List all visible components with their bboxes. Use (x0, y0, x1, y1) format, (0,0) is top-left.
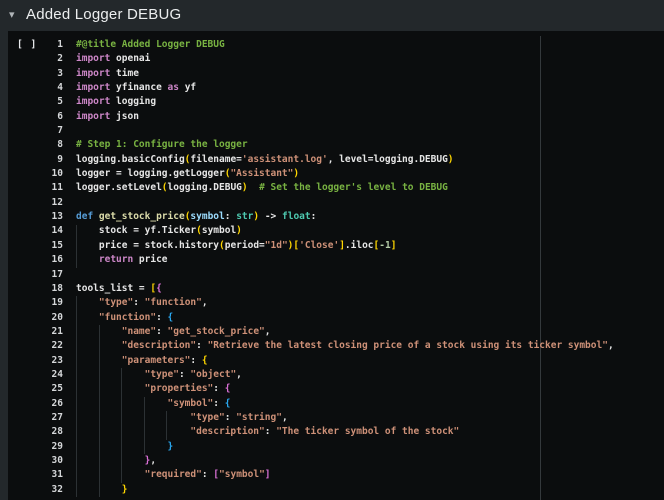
code-text: #@title Added Logger DEBUG (76, 38, 225, 52)
line-number: 4 (8, 81, 63, 95)
code-line[interactable]: 15 price = stock.history(period="1d")['C… (8, 239, 664, 253)
code-line[interactable]: 19 "type": "function", (8, 296, 664, 310)
code-line[interactable]: 27 "type": "string", (8, 411, 664, 425)
line-number: 24 (8, 368, 63, 382)
code-line[interactable]: 25 "properties": { (8, 382, 664, 396)
code-cell[interactable]: [ ] 1#@title Added Logger DEBUG2import o… (8, 31, 664, 500)
code-text: "name": "get_stock_price", (76, 325, 271, 339)
code-text: }, (76, 454, 156, 468)
line-number: 9 (8, 153, 63, 167)
code-line[interactable]: 1 #@title Added Logger DEBUG (8, 38, 664, 52)
code-line[interactable]: 32 } (8, 483, 664, 497)
code-line[interactable]: 8 # Step 1: Configure the logger (8, 138, 664, 152)
line-number: 15 (8, 239, 63, 253)
line-number: 27 (8, 411, 63, 425)
line-number: 6 (8, 110, 63, 124)
code-text: "description": "Retrieve the latest clos… (76, 339, 614, 353)
code-text: "required": ["symbol"] (76, 468, 271, 482)
notebook-view: ▾ Added Logger DEBUG [ ] 1#@title Added … (0, 0, 664, 500)
code-line[interactable]: 4 import yfinance as yf (8, 81, 664, 95)
code-text: "symbol": { (76, 397, 230, 411)
code-text: tools_list = [{ (76, 282, 162, 296)
line-number: 17 (8, 268, 63, 282)
code-text: def get_stock_price(symbol: str) -> floa… (76, 210, 316, 224)
code-line[interactable]: 2 import openai (8, 52, 664, 66)
code-lines: 1 #@title Added Logger DEBUG 2 import opena… (8, 38, 664, 497)
line-number: 29 (8, 440, 63, 454)
code-line[interactable]: 7 (8, 124, 664, 138)
code-text: import yfinance as yf (76, 81, 196, 95)
code-line[interactable]: 17 (8, 268, 664, 282)
line-number: 1 (8, 38, 63, 52)
code-text: logger.setLevel(logging.DEBUG) # Set the… (76, 181, 448, 195)
code-line[interactable]: 31 "required": ["symbol"] (8, 468, 664, 482)
line-number: 7 (8, 124, 63, 138)
code-text: "type": "object", (76, 368, 242, 382)
line-number: 26 (8, 397, 63, 411)
code-text: "type": "string", (76, 411, 288, 425)
code-line[interactable]: 5 import logging (8, 95, 664, 109)
code-text: logging.basicConfig(filename='assistant.… (76, 153, 454, 167)
code-text: "description": "The ticker symbol of the… (76, 425, 459, 439)
code-text: price = stock.history(period="1d")['Clos… (76, 239, 396, 253)
code-line[interactable]: 14 stock = yf.Ticker(symbol) (8, 224, 664, 238)
code-line[interactable]: 10 logger = logging.getLogger("Assistant"… (8, 167, 664, 181)
code-text: import logging (76, 95, 156, 109)
line-number: 3 (8, 67, 63, 81)
code-line[interactable]: 13 def get_stock_price(symbol: str) -> fl… (8, 210, 664, 224)
line-number: 10 (8, 167, 63, 181)
code-line[interactable]: 6 import json (8, 110, 664, 124)
line-number: 19 (8, 296, 63, 310)
line-number: 2 (8, 52, 63, 66)
line-number: 21 (8, 325, 63, 339)
line-number: 14 (8, 224, 63, 238)
line-number: 31 (8, 468, 63, 482)
line-number: 25 (8, 382, 63, 396)
code-text: "properties": { (76, 382, 230, 396)
line-number: 23 (8, 354, 63, 368)
code-line[interactable]: 23 "parameters": { (8, 354, 664, 368)
line-number: 8 (8, 138, 63, 152)
code-line[interactable]: 9 logging.basicConfig(filename='assistant… (8, 153, 664, 167)
line-number: 12 (8, 196, 63, 210)
code-line[interactable]: 12 (8, 196, 664, 210)
code-text: import time (76, 67, 139, 81)
line-number: 32 (8, 483, 63, 497)
code-line[interactable]: 22 "description": "Retrieve the latest c… (8, 339, 664, 353)
section-header[interactable]: ▾ Added Logger DEBUG (0, 0, 664, 31)
line-number: 13 (8, 210, 63, 224)
code-line[interactable]: 30 }, (8, 454, 664, 468)
code-line[interactable]: 28 "description": "The ticker symbol of … (8, 425, 664, 439)
line-number: 28 (8, 425, 63, 439)
code-text: stock = yf.Ticker(symbol) (76, 224, 242, 238)
line-number: 5 (8, 95, 63, 109)
code-text: import json (76, 110, 139, 124)
code-text: "parameters": { (76, 354, 208, 368)
code-line[interactable]: 29 } (8, 440, 664, 454)
line-number: 30 (8, 454, 63, 468)
code-text: # Step 1: Configure the logger (76, 138, 248, 152)
code-line[interactable]: 26 "symbol": { (8, 397, 664, 411)
code-text: } (76, 440, 173, 454)
code-line[interactable]: 16 return price (8, 253, 664, 267)
line-number: 22 (8, 339, 63, 353)
code-line[interactable]: 11 logger.setLevel(logging.DEBUG) # Set t… (8, 181, 664, 195)
collapse-arrow-icon[interactable]: ▾ (9, 7, 15, 23)
code-line[interactable]: 21 "name": "get_stock_price", (8, 325, 664, 339)
code-line[interactable]: 24 "type": "object", (8, 368, 664, 382)
line-number: 11 (8, 181, 63, 195)
line-number: 20 (8, 311, 63, 325)
section-title: Added Logger DEBUG (26, 5, 181, 25)
line-number: 18 (8, 282, 63, 296)
code-text: "function": { (76, 311, 173, 325)
code-line[interactable]: 18 tools_list = [{ (8, 282, 664, 296)
code-text: return price (76, 253, 168, 267)
code-text: } (76, 483, 127, 497)
code-line[interactable]: 20 "function": { (8, 311, 664, 325)
code-text: logger = logging.getLogger("Assistant") (76, 167, 299, 181)
line-number: 16 (8, 253, 63, 267)
code-line[interactable]: 3 import time (8, 67, 664, 81)
code-text: import openai (76, 52, 150, 66)
code-text: "type": "function", (76, 296, 208, 310)
